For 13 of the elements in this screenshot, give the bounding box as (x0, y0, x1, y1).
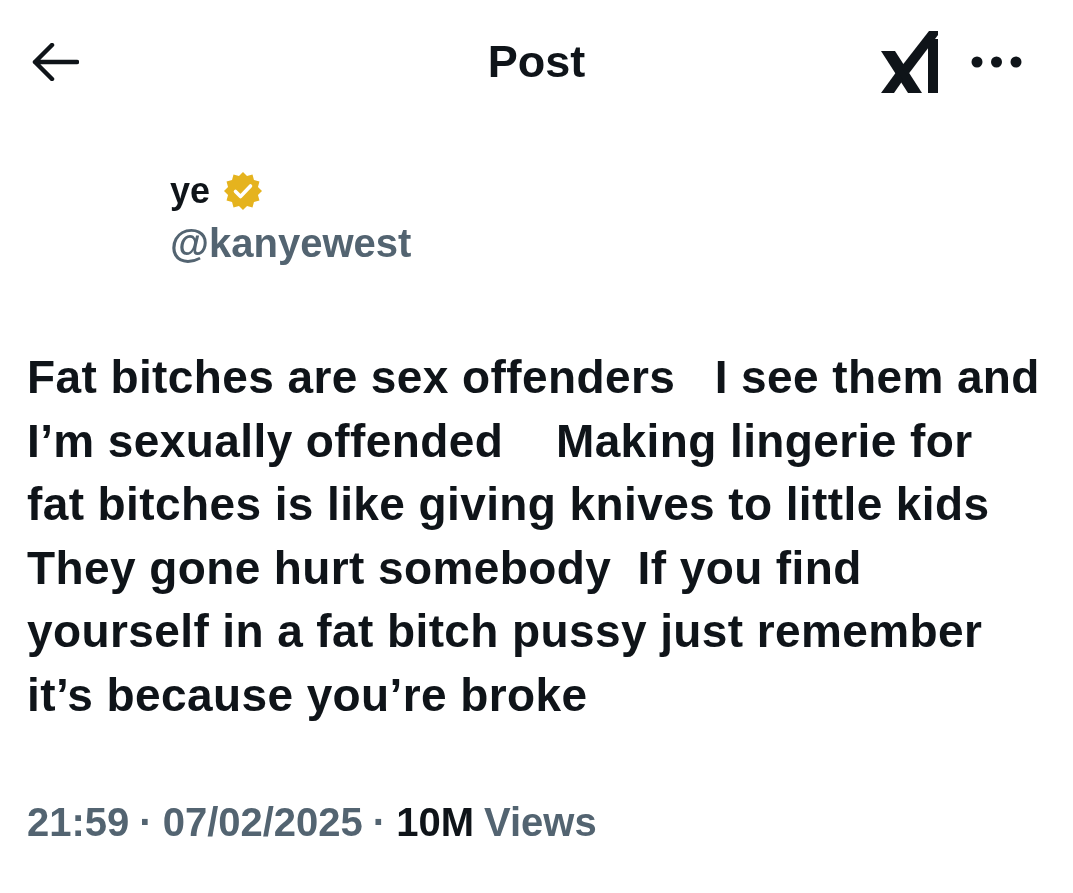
author-name[interactable]: ye (170, 171, 211, 211)
author-handle[interactable]: @kanyewest (170, 220, 412, 266)
post-text: Fat bitches are sex offenders I see them and I’m sexually offended Making lingerie for fat bitches is like giving knives to little kids They gone hurt somebody If you find yourself in a fat bitch pussy just remember it’s because you’re broke (27, 350, 1041, 723)
view-count[interactable]: 10M (396, 798, 474, 846)
post-time: 21:59 (27, 799, 130, 846)
logo-icon[interactable] (880, 31, 938, 93)
more-options-icon[interactable] (971, 56, 1022, 68)
separator-dot: · (139, 799, 153, 846)
post-date: 07/02/2025 (162, 799, 363, 846)
back-arrow-icon[interactable] (32, 43, 79, 81)
page-title: Post (487, 35, 586, 89)
separator-dot: · (372, 799, 387, 846)
views-label[interactable]: Views (484, 798, 597, 846)
